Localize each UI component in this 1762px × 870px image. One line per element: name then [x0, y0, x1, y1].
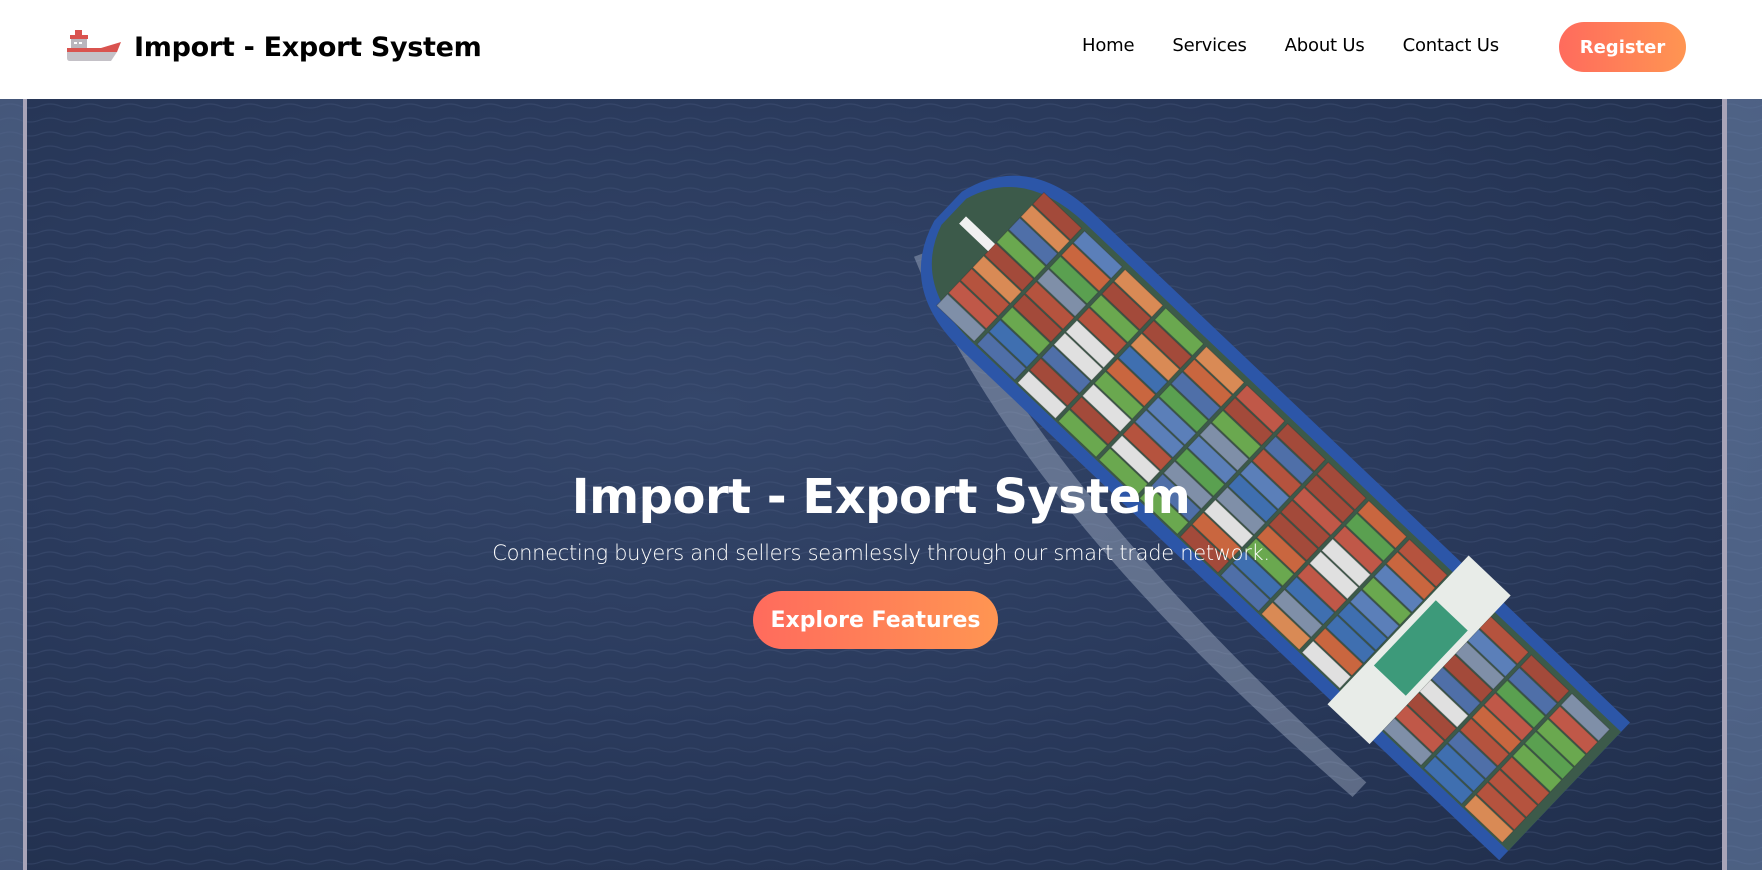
hero-section: Import - Export System Connecting buyers…: [0, 99, 1762, 870]
nav-home[interactable]: Home: [1082, 35, 1135, 56]
hero-subtitle: Connecting buyers and sellers seamlessly…: [492, 541, 1270, 565]
site-header: Import - Export System Home Services Abo…: [0, 0, 1762, 99]
hero-content: Import - Export System Connecting buyers…: [0, 99, 1762, 870]
register-button[interactable]: Register: [1559, 22, 1686, 72]
ship-icon: [67, 28, 121, 66]
brand[interactable]: Import - Export System: [67, 28, 482, 66]
hero-title: Import - Export System: [571, 469, 1191, 525]
explore-features-button[interactable]: Explore Features: [753, 591, 998, 649]
nav-about-us[interactable]: About Us: [1285, 35, 1365, 56]
brand-title: Import - Export System: [134, 31, 482, 63]
main-nav: Home Services About Us Contact Us: [1082, 35, 1499, 56]
nav-services[interactable]: Services: [1172, 35, 1247, 56]
nav-contact-us[interactable]: Contact Us: [1403, 35, 1500, 56]
